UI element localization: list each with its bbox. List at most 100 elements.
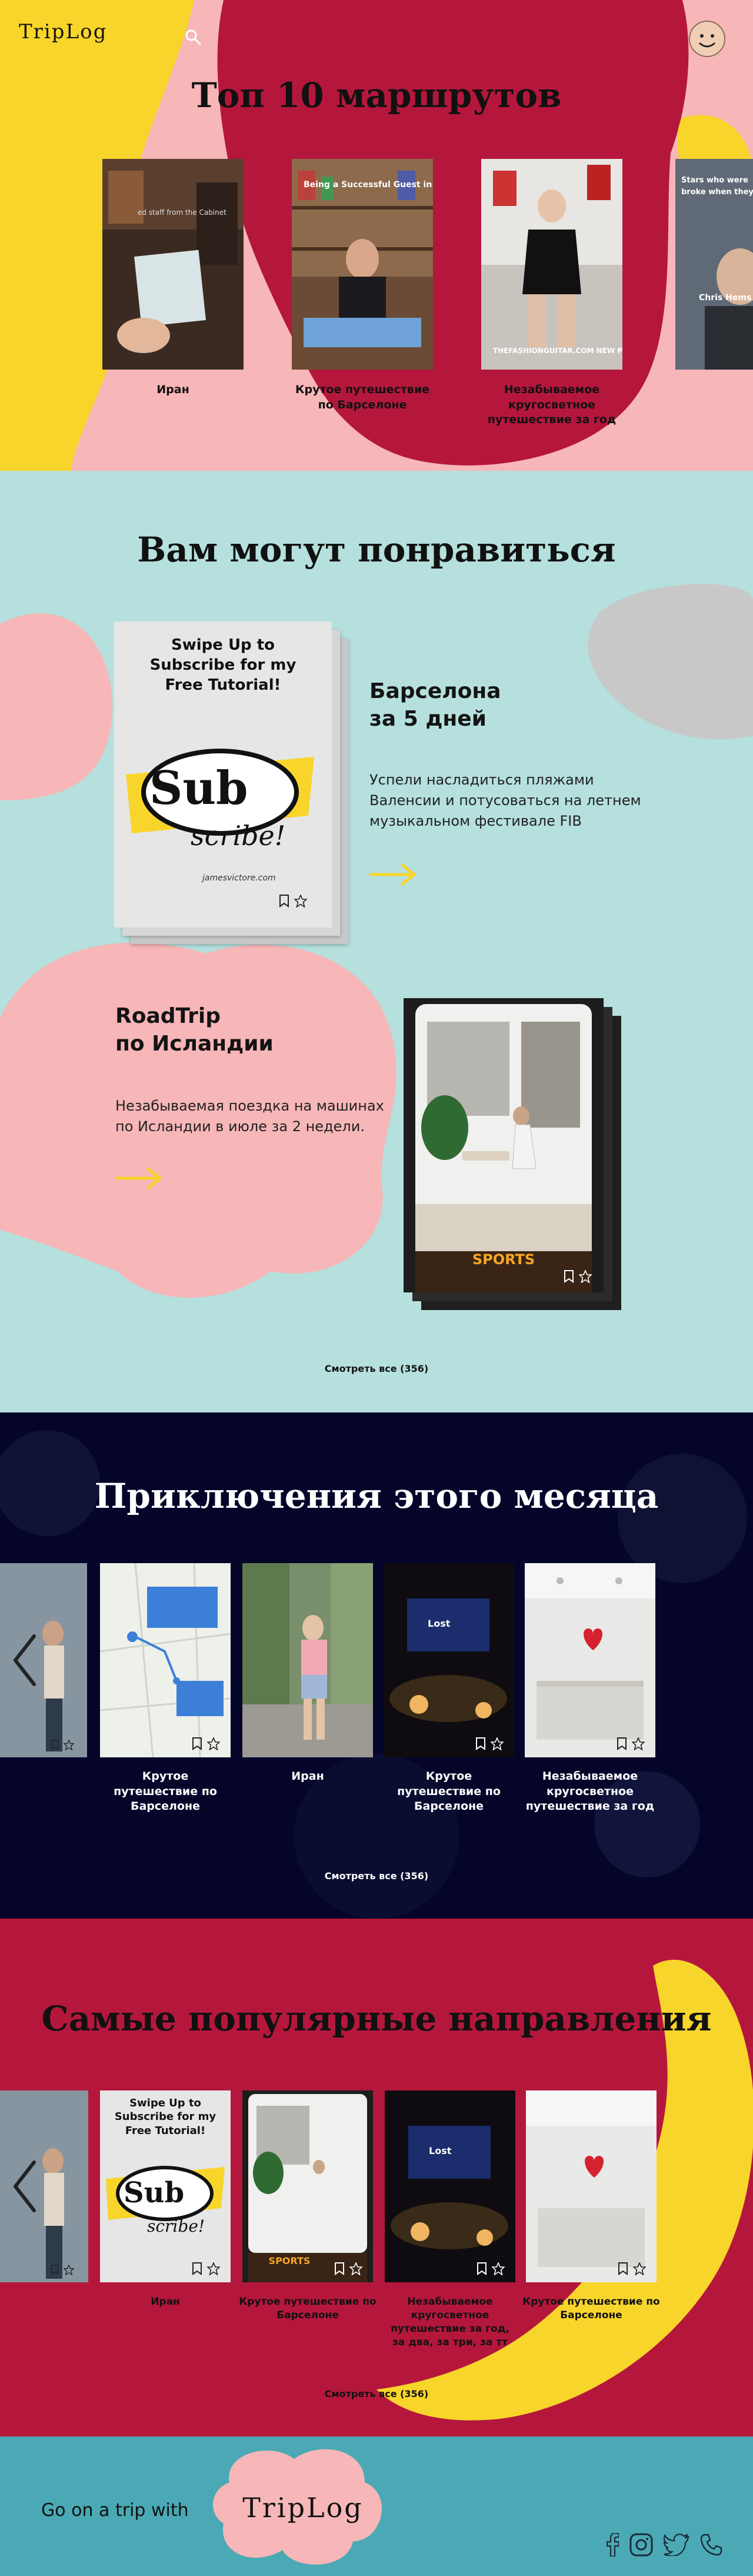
star-icon[interactable] [632, 1737, 645, 1750]
footer-logo: TripLog [242, 2492, 364, 2524]
popular-card-caption: Незабываемое кругосветное путешествие за… [391, 2296, 509, 2348]
card-actions [51, 1740, 74, 1750]
card-actions [192, 1737, 220, 1750]
bookmark-icon[interactable] [564, 1270, 574, 1283]
card-actions [618, 2262, 646, 2275]
route-card-image[interactable]: THEFASHIONGUITAR.COM NEW POST UP [481, 159, 622, 370]
trip-card-image: SPORTS [404, 998, 604, 1292]
bookmark-icon[interactable] [192, 2262, 202, 2275]
star-icon[interactable] [349, 2262, 362, 2275]
chevron-left-icon[interactable] [12, 1634, 38, 1687]
bookmark-icon[interactable] [477, 2262, 487, 2275]
popular-card-image[interactable] [526, 2090, 657, 2282]
adventure-card-image[interactable] [525, 1563, 655, 1757]
top-routes-section: TripLog Топ 10 маршрутов ed staff from t… [0, 0, 753, 471]
footer-tagline: Go on a trip with [41, 2500, 189, 2521]
arrow-right-icon[interactable] [115, 1166, 162, 1190]
bookmark-icon[interactable] [51, 2265, 59, 2275]
popular-card-image[interactable]: SPORTS [242, 2090, 373, 2282]
route-card-image[interactable]: ed staff from the Cabinet [102, 159, 244, 370]
svg-text:jamesvictore.com: jamesvictore.com [201, 873, 276, 883]
bookmark-icon[interactable] [617, 1737, 627, 1750]
card-actions [192, 2262, 220, 2275]
adventure-card-image[interactable]: Lost [384, 1563, 514, 1757]
arrow-right-icon[interactable] [369, 863, 417, 886]
trip-card-title[interactable]: Барселона за 5 дней [369, 678, 501, 733]
svg-text:scribe!: scribe! [147, 2216, 205, 2236]
chevron-left-icon[interactable] [12, 2160, 38, 2213]
card-actions [564, 1270, 592, 1283]
see-all-link[interactable]: Смотреть все (356) [259, 1363, 494, 1374]
svg-text:scribe!: scribe! [191, 820, 285, 852]
bookmark-icon[interactable] [279, 895, 289, 908]
svg-text:Lost: Lost [428, 1618, 451, 1629]
svg-text:Lost: Lost [429, 2145, 452, 2156]
trip-card-title[interactable]: RoadTrip по Исландии [115, 1003, 274, 1058]
star-icon[interactable] [64, 1740, 74, 1750]
adventure-card-image[interactable] [100, 1563, 231, 1757]
adventure-card-image[interactable] [0, 1563, 87, 1757]
svg-text:Chris Hems: Chris Hems [699, 293, 751, 303]
smiley-avatar-icon[interactable] [688, 20, 726, 58]
trip-card-description: Незабываемая поездка на машинах по Ислан… [115, 1098, 384, 1135]
card-actions [334, 2262, 362, 2275]
bookmark-icon[interactable] [475, 1737, 486, 1750]
popular-section: Самые популярные направления Sub scribe!… [0, 1919, 753, 2437]
svg-text:Stars who were: Stars who were [681, 176, 748, 185]
see-all-link[interactable]: Смотреть все (356) [259, 1870, 494, 1882]
trip-card-description: Успели насладиться пляжами Валенсии и по… [369, 772, 641, 829]
section-title: Топ 10 маршрутов [191, 75, 562, 115]
phone-icon[interactable] [700, 2534, 722, 2558]
card-actions [617, 1737, 645, 1750]
star-icon[interactable] [492, 2262, 505, 2275]
popular-card-caption: Иран [151, 2296, 180, 2308]
svg-text:Being a Successful Guest in th: Being a Successful Guest in the Cabinet … [304, 180, 433, 190]
star-icon[interactable] [633, 2262, 646, 2275]
adventure-card-caption: Иран [291, 1770, 324, 1783]
card-actions [279, 895, 307, 908]
trip-card-title-line: RoadTrip [115, 1004, 221, 1028]
popular-card-image[interactable] [0, 2090, 88, 2282]
trip-card-title-line: по Исландии [115, 1031, 274, 1056]
svg-text:Sub: Sub [124, 2176, 184, 2209]
route-card-caption: Иран [156, 383, 189, 396]
route-card-image[interactable]: Being a Successful Guest in the Cabinet … [292, 159, 433, 370]
card-actions [51, 2265, 74, 2275]
star-icon[interactable] [207, 1737, 220, 1750]
bookmark-icon[interactable] [51, 1740, 59, 1750]
svg-text:THEFASHIONGUITAR.COM NEW POST: THEFASHIONGUITAR.COM NEW POST UP [493, 347, 622, 355]
section-title: Приключения этого месяца [94, 1476, 659, 1516]
adventures-section: Приключения этого месяца Крутое путешест… [0, 1412, 753, 1919]
popular-card-image-text: SPORTS [268, 2255, 311, 2266]
star-icon[interactable] [64, 2265, 74, 2275]
star-icon[interactable] [207, 2262, 220, 2275]
star-icon[interactable] [294, 895, 307, 908]
bookmark-icon[interactable] [192, 1737, 202, 1750]
search-icon[interactable] [184, 28, 202, 46]
bookmark-icon[interactable] [618, 2262, 628, 2275]
popular-card-image[interactable]: Lost [385, 2090, 515, 2282]
star-icon[interactable] [491, 1737, 504, 1750]
route-card-caption: Крутое путешествие по Барселоне [295, 383, 430, 411]
popular-card-image-text: Swipe Up to Subscribe for my Free Tutori… [114, 2097, 216, 2137]
logo[interactable]: TripLog [19, 20, 107, 44]
instagram-icon[interactable] [629, 2533, 653, 2559]
trip-card-iceland[interactable]: SPORTS [404, 998, 639, 1328]
adventure-card-caption: Незабываемое кругосветное путешествие за… [525, 1770, 655, 1813]
may-like-section: Вам могут понравиться Sub scribe! jamesv… [0, 471, 753, 1412]
popular-card-image[interactable]: Sub scribe! Swipe Up to Subscribe for my… [100, 2090, 231, 2282]
popular-card-caption: Крутое путешествие по Барселоне [239, 2296, 376, 2321]
trip-card-barcelona[interactable]: Sub scribe! jamesvictore.com Swipe Up to… [114, 621, 361, 951]
route-card-caption: Незабываемое кругосветное путешествие за… [487, 383, 617, 427]
section-title: Вам могут понравиться [137, 530, 616, 570]
facebook-icon[interactable] [606, 2532, 620, 2559]
adventure-card-caption: Крутое путешествие по Барселоне [397, 1770, 501, 1813]
popular-card-caption: Крутое путешествие по Барселоне [522, 2296, 660, 2321]
bookmark-icon[interactable] [334, 2262, 345, 2275]
see-all-link[interactable]: Смотреть все (356) [259, 2388, 494, 2399]
adventure-card-image[interactable] [242, 1563, 373, 1757]
footer-logo-blob[interactable]: TripLog [206, 2441, 394, 2571]
star-icon[interactable] [579, 1270, 592, 1283]
twitter-icon[interactable] [663, 2533, 689, 2558]
route-card-image[interactable]: Stars who were broke when they Chris Hems [675, 159, 753, 370]
